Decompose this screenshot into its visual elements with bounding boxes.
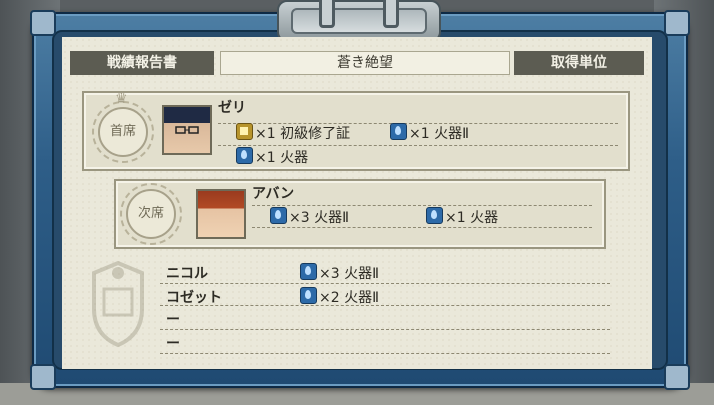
reward-qty: ×3 [319,266,340,282]
divider [252,227,592,228]
reward-label: 火器Ⅱ [434,126,469,142]
divider [160,283,610,284]
reward-qty: ×1 [255,150,276,166]
divider [160,329,610,330]
student-name: アバン [252,186,295,202]
reward-item: ×3 火器Ⅱ [300,263,379,282]
report-paper: 戦績報告書 蒼き絶望 取得単位 ♛ 首席 ゼリ ×1 初級修了証 ×1 火器Ⅱ … [62,37,652,369]
blue-fire-icon [236,147,253,164]
portrait-avan [196,189,246,239]
reward-qty: ×2 [319,290,340,306]
blue-fire-icon [300,263,317,280]
reward-qty: ×1 [445,210,466,226]
rank-second-panel: 次席 アバン ×3 火器Ⅱ ×1 火器 [114,179,606,249]
blue-fire-icon [390,123,407,140]
clip-ring-right [383,0,399,28]
reward-item: ×1 初級修了証 [236,123,351,142]
divider [218,145,618,146]
reward-qty: ×1 [255,126,276,142]
corner-bolt-bottom-right [664,364,690,390]
reward-label: 初級修了証 [280,126,351,142]
reward-qty: ×3 [289,210,310,226]
crown-icon: ♛ [115,91,128,107]
reward-label: 火器Ⅱ [344,290,379,306]
student-name: ー [166,336,180,352]
reward-label: 火器Ⅱ [344,266,379,282]
school-emblem-icon [92,260,144,348]
student-name: ゼリ [218,100,246,116]
reward-item: ×3 火器Ⅱ [270,207,349,226]
reward-label: 火器Ⅱ [314,210,349,226]
reward-label: 火器 [470,210,499,226]
blue-fire-icon [270,207,287,224]
rank-first-panel: ♛ 首席 ゼリ ×1 初級修了証 ×1 火器Ⅱ ×1 火器 [82,91,630,171]
credits-header: 取得単位 [514,51,644,75]
blue-fire-icon [426,207,443,224]
divider [252,205,592,206]
reward-item: ×1 火器 [236,147,309,166]
corner-bolt-top-right [664,10,690,36]
corner-bolt-top-left [30,10,56,36]
reward-item: ×1 火器 [426,207,499,226]
report-title-label: 戦績報告書 [70,51,214,75]
portrait-zeri [162,105,212,155]
clipboard-clip [277,0,441,42]
rank-badge-first: 首席 [98,107,148,157]
corner-bolt-bottom-left [30,364,56,390]
reward-item: ×2 火器Ⅱ [300,287,379,306]
divider [160,305,610,306]
mission-name: 蒼き絶望 [220,51,510,75]
report-header: 戦績報告書 蒼き絶望 取得単位 [70,51,644,75]
student-name: コゼット [166,290,222,306]
reward-label: 火器 [280,150,309,166]
gold-certificate-icon [236,123,253,140]
student-name: ニコル [166,266,208,282]
student-name: ー [166,312,180,328]
glasses-icon [175,126,199,134]
blue-fire-icon [300,287,317,304]
clip-ring-left [319,0,335,28]
rank-badge-second: 次席 [126,189,176,239]
reward-qty: ×1 [409,126,430,142]
clip-plate [291,8,427,34]
reward-item: ×1 火器Ⅱ [390,123,469,142]
divider [160,353,610,354]
